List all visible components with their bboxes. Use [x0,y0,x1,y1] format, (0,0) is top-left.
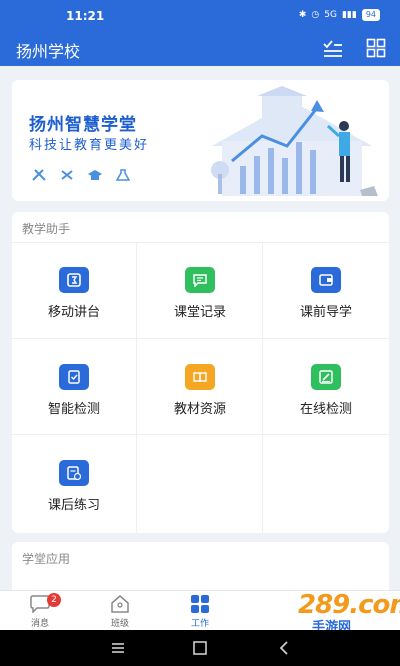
checklist-icon [323,40,342,57]
apps-grid-button[interactable] [366,38,388,58]
grid-item-preview-guide[interactable]: 课前导学 [264,242,388,338]
section-title-teaching: 教学助手 [22,222,71,236]
signal-icon: ▮▮▮ [341,10,357,20]
back-icon[interactable] [276,640,292,656]
banner-title: 扬州智慧学堂 [29,115,137,135]
bluetooth-icon: ✱ [298,10,307,20]
app-header: 扬州学校 [0,30,400,66]
cross-icon [60,166,74,180]
grid-item-smart-test[interactable]: 智能检测 [12,339,136,435]
page-title: 扬州学校 [16,42,81,61]
menu-icon[interactable] [110,640,126,656]
banner-subtitle: 科技让教育更美好 [29,138,150,153]
podium-icon [59,267,89,293]
divider [262,242,263,533]
divider [136,242,137,533]
chat-record-icon [185,267,215,293]
teaching-section: 教学助手 移动讲台 课堂记录 课前导学 智能检测 教材资源 在线检测 课后练习 [12,212,389,533]
grid-item-class-record[interactable]: 课堂记录 [138,242,262,338]
book-open-icon [185,364,215,390]
grid-item-label: 教材资源 [173,402,226,417]
graduation-cap-icon [88,166,102,180]
grid-item-mobile-podium[interactable]: 移动讲台 [12,242,136,338]
tab-work[interactable]: 工作 [160,591,240,631]
grid-item-label: 智能检测 [47,402,100,417]
house-icon [111,595,129,613]
signal-label: 5G [324,10,337,20]
grid-squares-icon [191,595,209,613]
checklist-button[interactable] [322,38,344,58]
clipboard-check-icon [59,364,89,390]
flask-icon [115,166,131,181]
grid-item-label: 课堂记录 [173,305,226,320]
home-icon[interactable] [192,640,208,656]
grid-icon [366,38,386,58]
grid-item-homework-practice[interactable]: 课后练习 [12,435,136,531]
wallet-guide-icon [311,267,341,293]
tab-label: 消息 [30,619,49,629]
status-bar: 11:21 ✱ ◷ 5G ▮▮▮ 94 [0,0,400,30]
grid-item-label: 课后练习 [47,498,100,513]
alarm-icon: ◷ [311,10,320,20]
grid-item-label: 移动讲台 [47,305,100,320]
status-time: 11:21 [66,9,105,23]
banner-illustration [211,86,378,196]
tools-icon [32,166,46,181]
battery-icon: 94 [361,9,380,21]
tab-messages[interactable]: 2 消息 [0,591,80,631]
unread-badge: 2 [47,593,61,607]
tab-class[interactable]: 班级 [80,591,160,631]
watermark-logo: 289.com 手游网 [250,588,400,635]
document-clock-icon [59,460,89,486]
grid-item-textbook-resources[interactable]: 教材资源 [138,339,262,435]
section-title-apps: 学堂应用 [22,552,71,566]
tab-label: 班级 [110,619,129,629]
status-icons: ✱ ◷ 5G ▮▮▮ 94 [299,9,380,21]
banner-icons [32,166,131,181]
edit-screen-icon [311,364,341,390]
promo-banner[interactable]: 扬州智慧学堂 科技让教育更美好 [12,80,389,201]
grid-item-label: 课前导学 [299,305,352,320]
grid-item-online-test[interactable]: 在线检测 [264,339,388,435]
grid-item-label: 在线检测 [299,402,352,417]
tab-label: 工作 [190,619,209,629]
system-nav-bar [0,630,400,666]
